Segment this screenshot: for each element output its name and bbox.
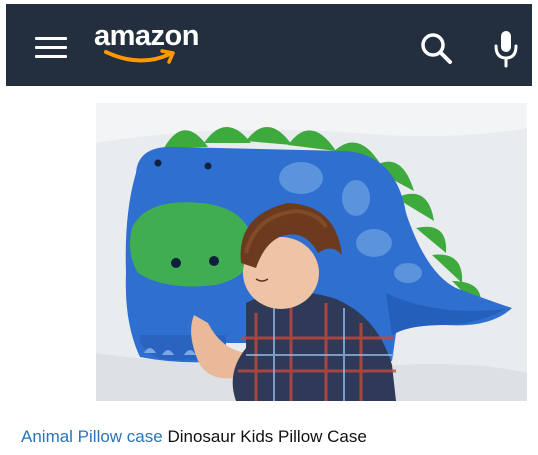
amazon-logo[interactable]: amazon bbox=[94, 18, 206, 68]
category-link[interactable]: Animal Pillow case bbox=[21, 427, 163, 446]
top-navigation-bar: amazon bbox=[6, 4, 532, 86]
product-title: Dinosaur Kids Pillow Case bbox=[167, 427, 367, 446]
logo-smile-icon bbox=[104, 49, 175, 64]
search-icon[interactable] bbox=[419, 31, 453, 65]
product-image[interactable] bbox=[96, 103, 527, 401]
product-caption: Animal Pillow case Dinosaur Kids Pillow … bbox=[21, 426, 367, 448]
microphone-icon[interactable] bbox=[492, 30, 520, 68]
page: amazon Animal Pillow case Dinosaur Kids … bbox=[0, 0, 538, 455]
menu-icon[interactable] bbox=[35, 37, 67, 59]
